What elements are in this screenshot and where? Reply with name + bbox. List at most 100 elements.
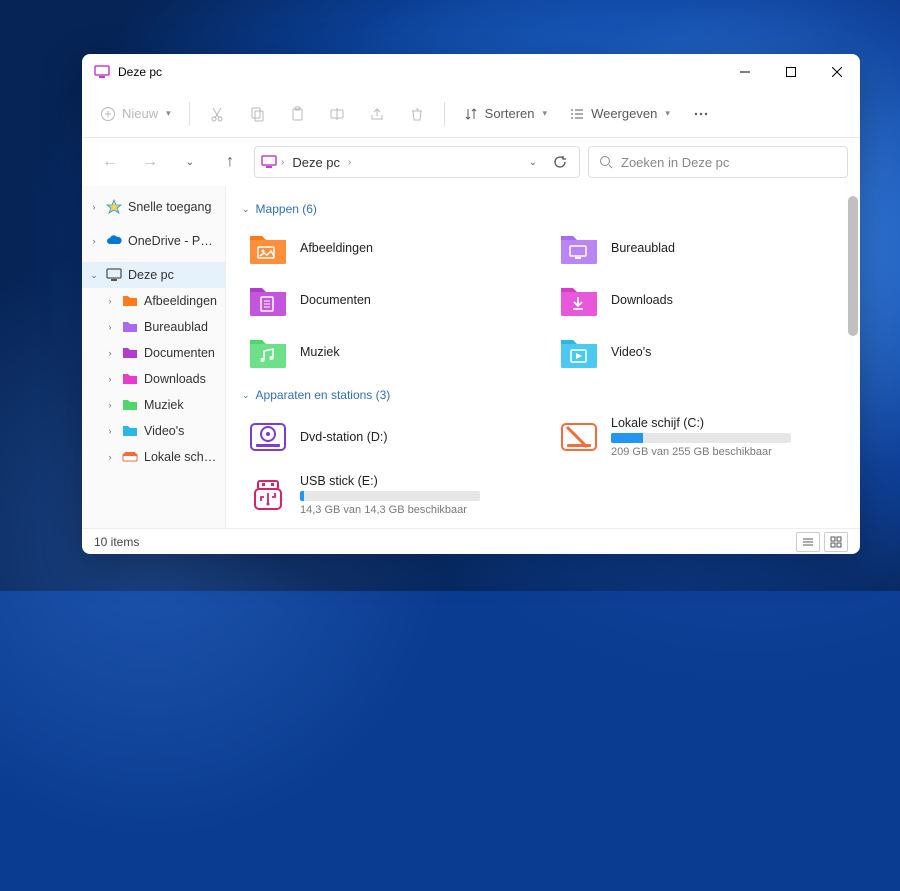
sidebar-item-local-disk[interactable]: ›Lokale schijf (C: (82, 444, 225, 470)
drive-icon (122, 449, 138, 465)
sidebar-item-desktop[interactable]: ›Bureaublad (82, 314, 225, 340)
device-local-disk-c[interactable]: Lokale schijf (C:) 209 GB van 255 GB bes… (553, 412, 844, 462)
grid-icon (830, 536, 842, 548)
device-usb[interactable]: USB stick (E:) 14,3 GB van 14,3 GB besch… (242, 470, 533, 520)
sidebar-item-documents[interactable]: ›Documenten (82, 340, 225, 366)
content-pane: ⌄ Mappen (6) Afbeeldingen Bureaublad Doc… (226, 186, 860, 528)
minimize-button[interactable] (722, 54, 768, 90)
sidebar-item-pictures[interactable]: ›Afbeeldingen (82, 288, 225, 314)
rename-icon (329, 106, 345, 122)
sidebar-item-videos[interactable]: ›Video's (82, 418, 225, 444)
more-button[interactable] (682, 96, 720, 132)
chevron-right-icon[interactable]: › (104, 348, 116, 358)
folder-documents[interactable]: Documenten (242, 278, 533, 322)
list-icon (802, 536, 814, 548)
chevron-down-icon: ▾ (665, 108, 670, 119)
scrollbar-thumb[interactable] (848, 196, 858, 336)
folder-icon (122, 397, 138, 413)
chevron-right-icon[interactable]: › (104, 400, 116, 410)
drive-icon (559, 419, 599, 455)
large-icons-view-button[interactable] (824, 532, 848, 552)
back-button[interactable]: ← (94, 146, 126, 178)
new-button[interactable]: Nieuw ▾ (90, 96, 181, 132)
device-dvd[interactable]: Dvd-station (D:) (242, 412, 533, 462)
refresh-button[interactable] (547, 155, 573, 169)
folder-icon (122, 345, 138, 361)
share-button[interactable] (358, 96, 396, 132)
chevron-right-icon[interactable]: › (104, 426, 116, 436)
paste-button[interactable] (278, 96, 316, 132)
cut-button[interactable] (198, 96, 236, 132)
sidebar-item-music[interactable]: ›Muziek (82, 392, 225, 418)
dvd-drive-icon (248, 419, 288, 455)
share-icon (369, 106, 385, 122)
recent-locations-button[interactable]: ⌄ (174, 146, 206, 178)
navigation-sidebar: › Snelle toegang › OneDrive - Perso ⌄ De… (82, 186, 226, 528)
sidebar-item-this-pc[interactable]: ⌄ Deze pc (82, 262, 225, 288)
chevron-right-icon[interactable]: › (104, 296, 116, 306)
breadcrumb-current[interactable]: Deze pc (288, 153, 344, 172)
view-button[interactable]: Weergeven ▾ (559, 96, 680, 132)
this-pc-icon (94, 64, 110, 80)
chevron-down-icon[interactable]: ⌄ (88, 270, 100, 281)
details-view-button[interactable] (796, 532, 820, 552)
folder-videos-icon (559, 334, 599, 370)
chevron-right-icon: › (281, 157, 284, 168)
address-dropdown-button[interactable]: ⌄ (523, 157, 543, 168)
folder-icon (122, 293, 138, 309)
ellipsis-icon (693, 106, 709, 122)
folder-pictures[interactable]: Afbeeldingen (242, 226, 533, 270)
status-bar: 10 items (82, 528, 860, 554)
delete-button[interactable] (398, 96, 436, 132)
chevron-right-icon: › (348, 157, 351, 168)
folder-downloads[interactable]: Downloads (553, 278, 844, 322)
chevron-right-icon[interactable]: › (88, 202, 100, 212)
search-icon (599, 155, 613, 169)
storage-bar (300, 491, 480, 501)
rename-button[interactable] (318, 96, 356, 132)
folder-desktop-icon (559, 230, 599, 266)
star-icon (106, 199, 122, 215)
copy-icon (249, 106, 265, 122)
copy-button[interactable] (238, 96, 276, 132)
search-input[interactable]: Zoeken in Deze pc (588, 146, 848, 178)
this-pc-icon (106, 267, 122, 283)
cut-icon (209, 106, 225, 122)
chevron-right-icon[interactable]: › (104, 452, 116, 462)
chevron-right-icon[interactable]: › (88, 236, 100, 246)
this-pc-icon (261, 154, 277, 170)
view-icon (569, 106, 585, 122)
chevron-right-icon[interactable]: › (104, 374, 116, 384)
sort-button[interactable]: Sorteren ▾ (453, 96, 557, 132)
group-header-devices[interactable]: ⌄ Apparaten en stations (3) (242, 388, 844, 402)
address-bar[interactable]: › Deze pc › ⌄ (254, 146, 580, 178)
navigation-bar: ← → ⌄ ↑ › Deze pc › ⌄ Zoeken in Deze pc (82, 138, 860, 186)
folder-icon (122, 319, 138, 335)
titlebar[interactable]: Deze pc (82, 54, 860, 90)
chevron-right-icon[interactable]: › (104, 322, 116, 332)
sidebar-item-onedrive[interactable]: › OneDrive - Perso (82, 228, 225, 254)
trash-icon (409, 106, 425, 122)
group-header-folders[interactable]: ⌄ Mappen (6) (242, 202, 844, 216)
folder-music[interactable]: Muziek (242, 330, 533, 374)
folder-desktop[interactable]: Bureaublad (553, 226, 844, 270)
usb-drive-icon (248, 477, 288, 513)
refresh-icon (553, 155, 567, 169)
sort-icon (463, 106, 479, 122)
storage-bar (611, 433, 791, 443)
file-explorer-window: Deze pc Nieuw ▾ Sorteren ▾ Weergeven (82, 54, 860, 554)
folder-videos[interactable]: Video's (553, 330, 844, 374)
folder-downloads-icon (559, 282, 599, 318)
folder-pictures-icon (248, 230, 288, 266)
forward-button[interactable]: → (134, 146, 166, 178)
cloud-icon (106, 233, 122, 249)
sidebar-item-quick-access[interactable]: › Snelle toegang (82, 194, 225, 220)
close-button[interactable] (814, 54, 860, 90)
maximize-button[interactable] (768, 54, 814, 90)
sidebar-item-downloads[interactable]: ›Downloads (82, 366, 225, 392)
up-button[interactable]: ↑ (214, 146, 246, 178)
chevron-down-icon: ⌄ (242, 390, 250, 401)
folder-music-icon (248, 334, 288, 370)
scrollbar[interactable] (848, 196, 858, 518)
plus-circle-icon (100, 106, 116, 122)
